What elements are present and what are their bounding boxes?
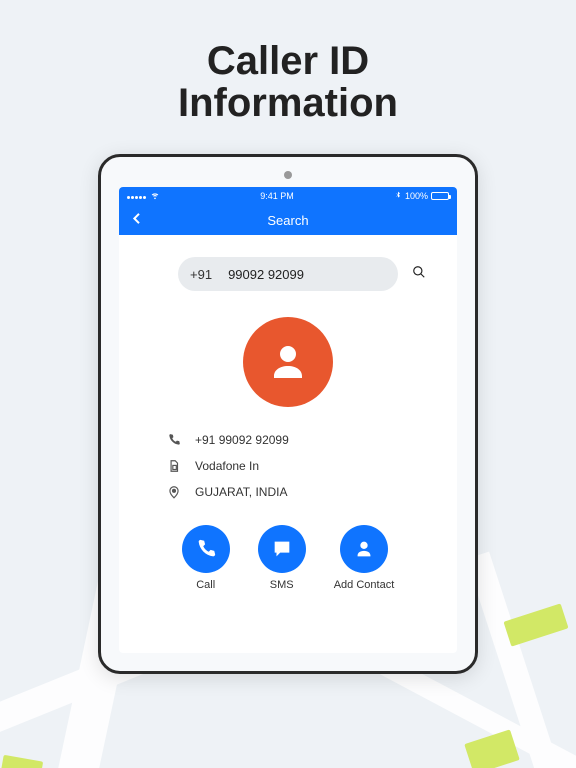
battery-icon (431, 192, 449, 200)
nav-bar: Search (119, 205, 457, 235)
wifi-icon (150, 190, 160, 203)
bluetooth-icon (394, 191, 402, 201)
status-bar: 9:41 PM 100% (119, 187, 457, 205)
headline-line2: Information (178, 81, 398, 125)
search-field[interactable]: +91 (178, 257, 398, 291)
sms-icon (271, 538, 293, 560)
tablet-camera (284, 171, 292, 179)
carrier-value: Vodafone In (195, 459, 259, 473)
person-icon (264, 338, 312, 386)
sim-icon (167, 459, 181, 473)
nav-title: Search (267, 213, 308, 228)
app-screen: 9:41 PM 100% Search +91 (119, 187, 457, 653)
status-left (127, 190, 160, 203)
add-contact-label: Add Contact (334, 579, 395, 591)
status-time: 9:41 PM (260, 191, 294, 201)
tablet-frame: 9:41 PM 100% Search +91 (98, 154, 478, 674)
search-icon[interactable] (412, 265, 426, 284)
call-button[interactable]: Call (182, 525, 230, 591)
sms-button[interactable]: SMS (258, 525, 306, 591)
battery-percent: 100% (405, 191, 428, 201)
chevron-left-icon (129, 211, 145, 227)
country-code[interactable]: +91 (190, 267, 212, 282)
info-row-phone: +91 99092 92099 (167, 433, 409, 447)
info-row-carrier: Vodafone In (167, 459, 409, 473)
call-label: Call (196, 579, 215, 591)
location-value: GUJARAT, INDIA (195, 485, 287, 499)
phone-input[interactable] (228, 267, 404, 282)
contact-avatar (243, 317, 333, 407)
headline-line1: Caller ID (207, 39, 369, 83)
add-contact-button[interactable]: Add Contact (334, 525, 395, 591)
info-section: +91 99092 92099 Vodafone In GUJARAT, IND… (137, 433, 439, 499)
location-pin-icon (167, 485, 181, 499)
add-contact-icon (353, 538, 375, 560)
action-row: Call SMS Add Contact (182, 525, 395, 591)
phone-value: +91 99092 92099 (195, 433, 289, 447)
phone-icon (167, 433, 181, 447)
back-button[interactable] (129, 211, 145, 230)
status-right: 100% (394, 191, 449, 201)
sms-label: SMS (270, 579, 294, 591)
call-icon (195, 538, 217, 560)
page-headline: Caller ID Information (0, 40, 576, 124)
content-area: +91 +91 99092 92099 (119, 235, 457, 653)
info-row-location: GUJARAT, INDIA (167, 485, 409, 499)
signal-dots-icon (127, 191, 147, 201)
